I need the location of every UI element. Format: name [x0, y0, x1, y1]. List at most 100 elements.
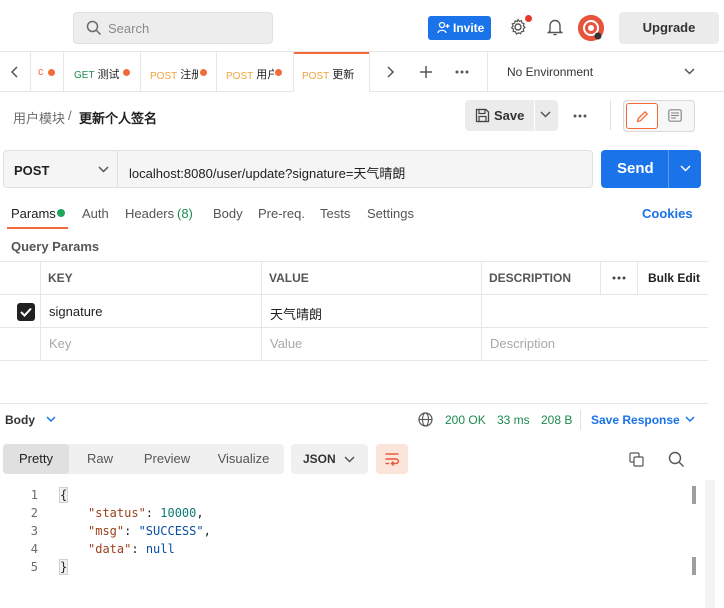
column-divider — [600, 261, 601, 294]
param-enabled-checkbox[interactable] — [17, 303, 35, 321]
settings-gear-icon[interactable] — [509, 18, 527, 36]
chevron-down-icon[interactable] — [680, 165, 691, 172]
active-tab-underline — [7, 227, 68, 229]
chevron-right-icon[interactable] — [385, 66, 395, 78]
bell-icon[interactable] — [547, 18, 563, 36]
new-tab-plus-icon[interactable] — [419, 65, 433, 79]
environment-label: No Environment — [507, 65, 594, 79]
tab-preview[interactable]: Preview — [131, 444, 203, 474]
format-label: JSON — [303, 452, 336, 466]
search-input[interactable]: Search — [73, 12, 273, 44]
code-line: "msg": "SUCCESS", — [88, 524, 211, 538]
chevron-down-icon — [344, 456, 355, 463]
copy-icon[interactable] — [629, 452, 644, 467]
tab-tests[interactable]: Tests — [320, 206, 350, 221]
tab-method: GET — [74, 70, 95, 81]
column-divider — [481, 261, 482, 360]
line-number: 5 — [30, 560, 38, 574]
chevron-down-icon[interactable] — [540, 111, 551, 118]
new-key-placeholder[interactable]: Key — [49, 336, 71, 351]
code-brace-close: } — [58, 559, 69, 575]
tab-settings[interactable]: Settings — [367, 206, 414, 221]
tab-divider — [369, 52, 370, 92]
unsaved-dot — [275, 69, 282, 76]
scrollbar-track[interactable] — [705, 480, 715, 608]
json-key: "status" — [88, 506, 146, 520]
table-border — [0, 294, 708, 295]
params-table: KEY VALUE DESCRIPTION Bulk Edit signatur… — [0, 261, 724, 361]
status-badge: 200 OK — [445, 413, 486, 427]
wrap-lines-icon — [384, 451, 400, 467]
new-description-placeholder[interactable]: Description — [490, 336, 555, 351]
column-options-icon[interactable] — [612, 276, 626, 280]
send-button[interactable]: Send — [601, 150, 701, 188]
tab-method: POST — [150, 71, 178, 82]
method-select[interactable]: POST — [3, 150, 118, 188]
save-response-button[interactable]: Save Response — [591, 413, 680, 427]
tab-body[interactable]: Body — [213, 206, 243, 221]
column-header-description: DESCRIPTION — [489, 271, 572, 285]
param-value[interactable]: 天气晴朗 — [270, 304, 322, 323]
documentation-icon — [668, 109, 682, 122]
tab-pretty[interactable]: Pretty — [3, 444, 69, 474]
add-user-icon — [437, 21, 450, 34]
tab-method: POST — [226, 71, 254, 82]
json-value: 10000 — [160, 506, 197, 520]
split-divider — [668, 150, 669, 188]
tab-visualize[interactable]: Visualize — [203, 444, 284, 474]
tab-prereq[interactable]: Pre-req. — [258, 206, 305, 221]
column-header-value: VALUE — [269, 271, 309, 285]
tab-auth[interactable]: Auth — [82, 206, 109, 221]
cookies-link[interactable]: Cookies — [642, 206, 693, 221]
scroll-marker — [692, 557, 696, 575]
search-icon[interactable] — [668, 451, 685, 468]
send-label: Send — [617, 160, 654, 177]
more-options-icon[interactable] — [573, 114, 587, 118]
tab-0[interactable]: c — [30, 52, 63, 92]
url-input[interactable]: localhost:8080/user/update?signature=天气晴… — [118, 150, 593, 188]
divider — [580, 410, 581, 430]
table-border — [0, 360, 708, 361]
chevron-down-icon[interactable] — [46, 416, 56, 423]
tab-1[interactable]: GET 测试 — [63, 52, 140, 92]
json-key: "msg" — [88, 524, 125, 538]
invite-button[interactable]: Invite — [428, 16, 491, 40]
url-value: localhost:8080/user/update?signature=天气晴… — [129, 166, 406, 181]
environment-select[interactable]: No Environment — [488, 52, 708, 92]
page-title[interactable]: 更新个人签名 — [79, 108, 157, 127]
chevron-down-icon — [98, 166, 109, 173]
save-button[interactable]: Save — [465, 100, 558, 131]
response-body-label[interactable]: Body — [5, 413, 35, 427]
chevron-down-icon[interactable] — [685, 416, 695, 423]
globe-icon[interactable] — [418, 412, 433, 427]
avatar[interactable] — [578, 15, 604, 41]
format-select[interactable]: JSON — [291, 444, 368, 474]
edit-mode-button[interactable] — [626, 103, 658, 129]
tab-headers[interactable]: Headers — [125, 206, 174, 221]
upgrade-button[interactable]: Upgrade — [619, 12, 719, 44]
checkmark-icon — [20, 307, 32, 317]
new-value-placeholder[interactable]: Value — [270, 336, 302, 351]
chevron-down-icon — [684, 68, 695, 75]
line-number: 3 — [30, 524, 38, 538]
scroll-marker — [692, 486, 696, 504]
tab-params[interactable]: Params — [11, 206, 56, 221]
column-divider — [40, 261, 41, 360]
chevron-left-icon[interactable] — [10, 66, 20, 78]
wrap-lines-button[interactable] — [376, 444, 408, 474]
pane-divider[interactable] — [0, 403, 708, 404]
more-tabs-icon[interactable] — [455, 70, 469, 74]
view-toggle — [623, 100, 695, 132]
tab-2[interactable]: POST 注册 — [140, 52, 216, 92]
tab-raw[interactable]: Raw — [69, 444, 131, 474]
save-label: Save — [494, 108, 525, 123]
breadcrumb-parent[interactable]: 用户模块 — [13, 108, 65, 127]
divider — [610, 100, 611, 130]
param-key[interactable]: signature — [49, 304, 102, 319]
search-placeholder: Search — [108, 21, 150, 36]
tab-active[interactable]: POST 更新 — [294, 52, 369, 92]
tab-title: 用户 — [256, 69, 275, 81]
bulk-edit-link[interactable]: Bulk Edit — [648, 271, 700, 285]
tab-3[interactable]: POST 用户 — [216, 52, 293, 92]
tab-title: 注册 — [180, 69, 199, 81]
